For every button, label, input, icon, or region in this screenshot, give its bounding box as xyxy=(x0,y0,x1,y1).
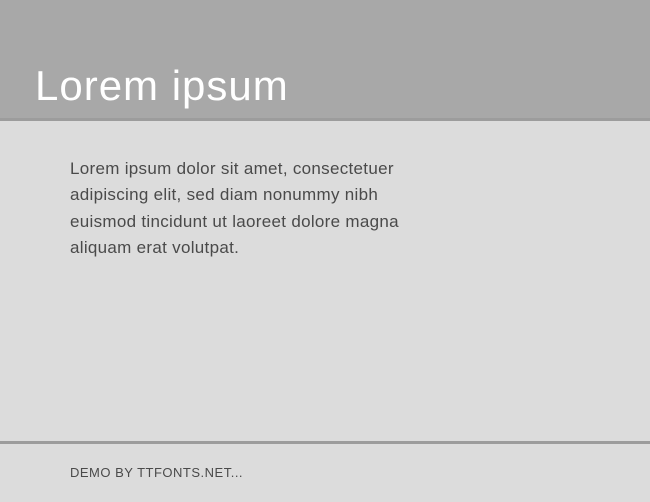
content-area: Lorem ipsum dolor sit amet, consectetuer… xyxy=(0,121,650,441)
footer: DEMO BY TTFONTS.NET... xyxy=(0,444,650,502)
page-title: Lorem ipsum xyxy=(35,62,289,110)
footer-credit: DEMO BY TTFONTS.NET... xyxy=(70,465,243,480)
body-text: Lorem ipsum dolor sit amet, consectetuer… xyxy=(70,156,410,261)
header: Lorem ipsum xyxy=(0,0,650,118)
